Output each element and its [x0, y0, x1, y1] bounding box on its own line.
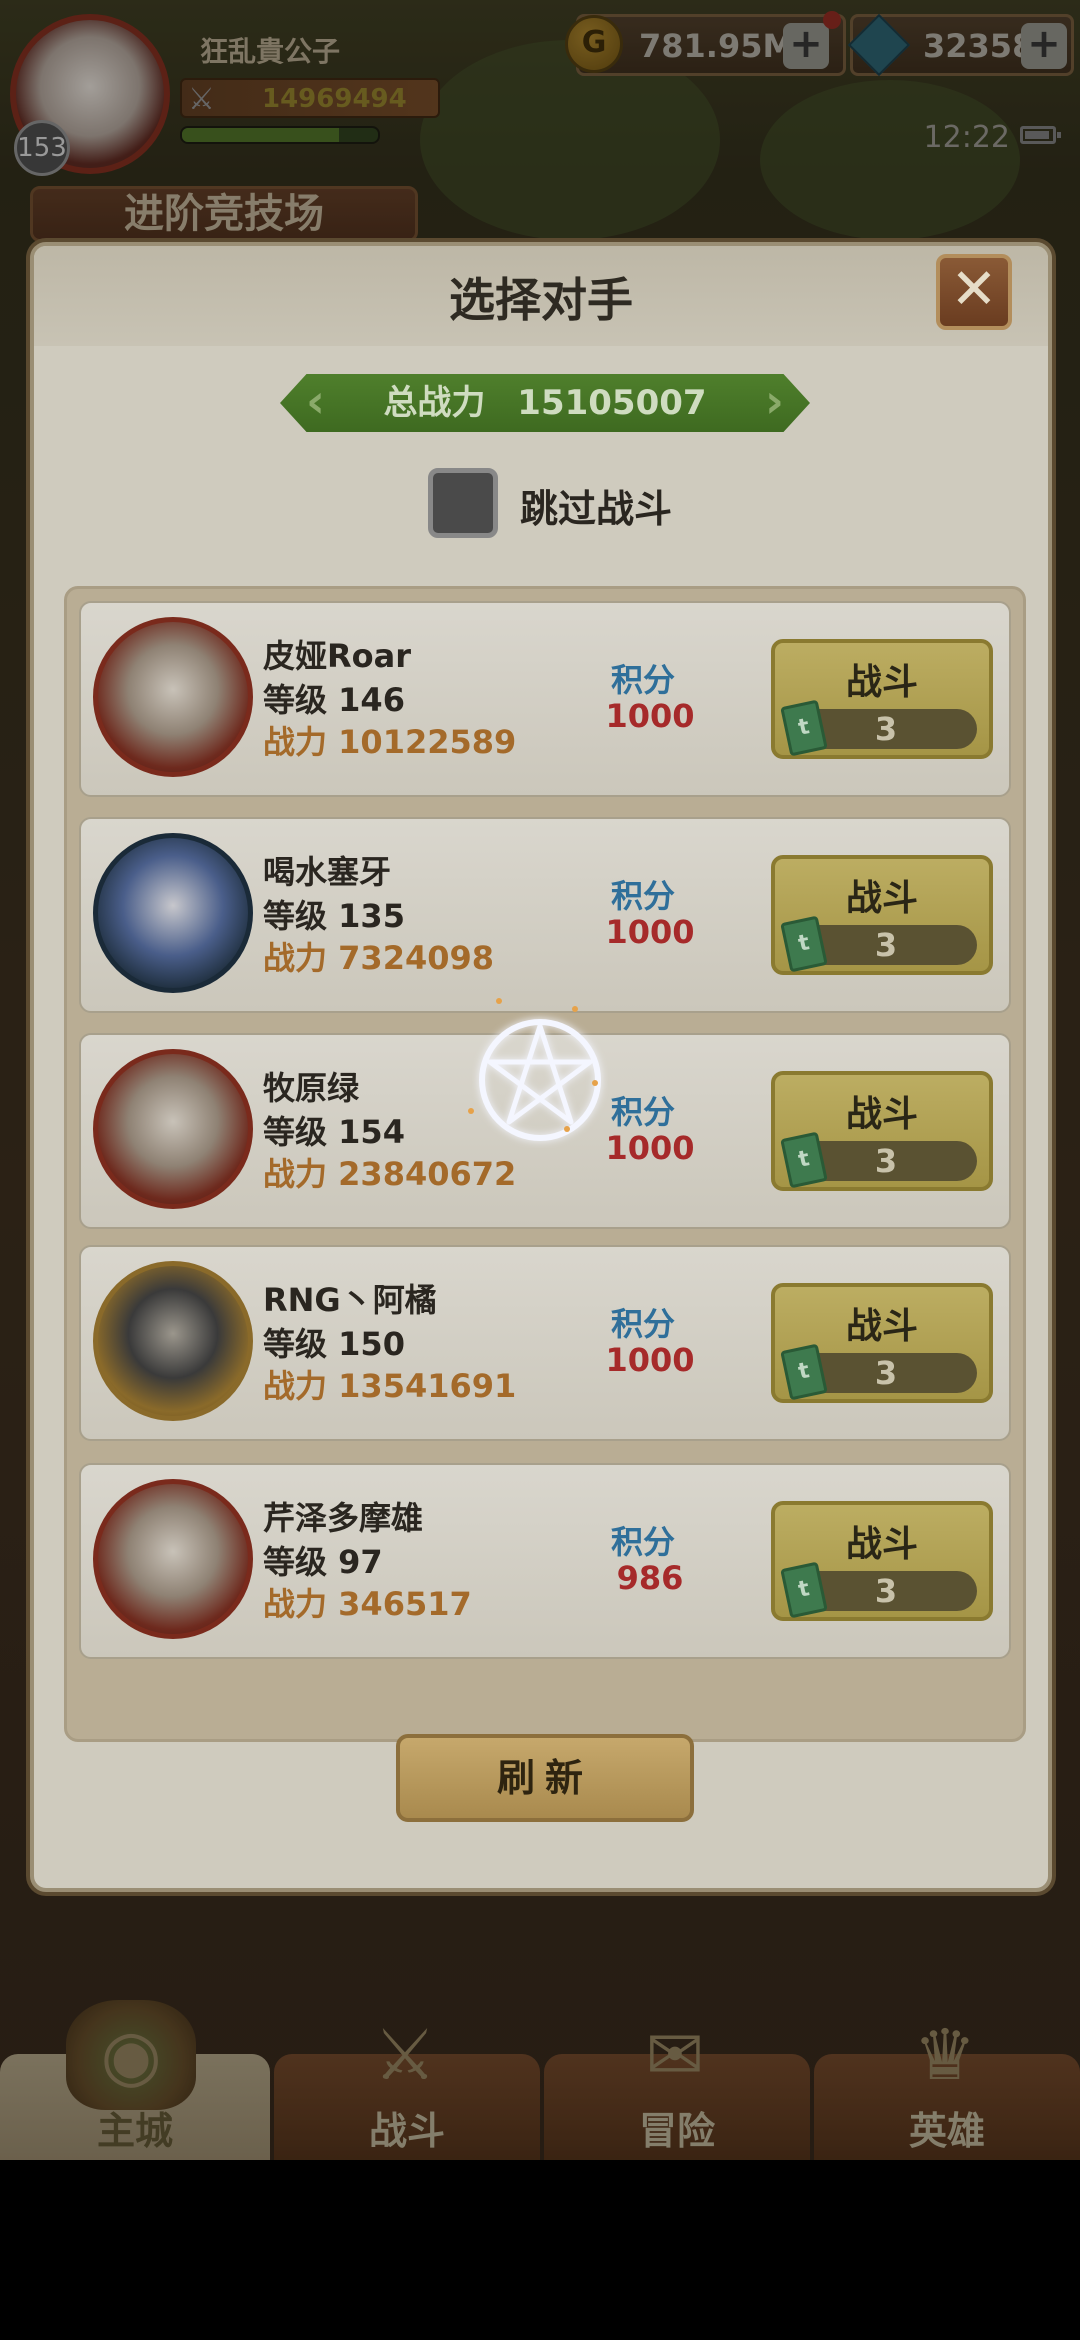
fight-button[interactable]: 战斗 3 t	[771, 1501, 993, 1621]
opponent-name: 芹泽多摩雄	[263, 1499, 424, 1537]
opponent-power: 战力 346517	[263, 1585, 472, 1623]
score-label: 积分	[611, 1523, 676, 1561]
total-power-banner: ‹ 总战力 15105007 ›	[280, 374, 810, 432]
opponent-name: 喝水塞牙	[263, 853, 392, 891]
score-value: 1000	[605, 1129, 695, 1167]
total-power-value: 15105007	[517, 383, 707, 423]
opponent-power: 战力 13541691	[263, 1367, 517, 1405]
score-label: 积分	[611, 661, 676, 699]
score-value: 1000	[605, 913, 695, 951]
total-power-label: 总战力	[383, 383, 486, 423]
opponent-power: 战力 23840672	[263, 1155, 517, 1193]
opponent-card: 皮娅Roar 等级 146 战力 10122589 积分 1000 战斗 3 t	[79, 601, 1011, 797]
score-label: 积分	[611, 1305, 676, 1343]
opponent-level: 等级 135	[263, 897, 405, 935]
fight-button[interactable]: 战斗 3 t	[771, 1071, 993, 1191]
fight-label: 战斗	[845, 1524, 918, 1565]
skip-battle-checkbox[interactable]	[428, 468, 498, 538]
opponent-avatar[interactable]	[93, 833, 253, 993]
opponent-power: 战力 7324098	[263, 939, 495, 977]
dialog-title: 选择对手	[449, 273, 633, 327]
dialog-header: 选择对手 ✕	[34, 246, 1048, 346]
fight-button[interactable]: 战斗 3 t	[771, 855, 993, 975]
skip-battle-label: 跳过战斗	[520, 487, 673, 531]
chevron-right-icon: ›	[765, 374, 784, 428]
opponent-level: 等级 150	[263, 1325, 405, 1363]
opponent-level: 等级 146	[263, 681, 405, 719]
opponent-avatar[interactable]	[93, 1261, 253, 1421]
fight-label: 战斗	[845, 1094, 918, 1135]
refresh-button[interactable]: 刷新	[396, 1734, 694, 1822]
opponent-avatar[interactable]	[93, 1479, 253, 1639]
fight-label: 战斗	[845, 1306, 918, 1347]
opponent-list: 皮娅Roar 等级 146 战力 10122589 积分 1000 战斗 3 t…	[64, 586, 1026, 1742]
score-label: 积分	[611, 877, 676, 915]
fight-button[interactable]: 战斗 3 t	[771, 1283, 993, 1403]
opponent-name: 牧原绿	[263, 1069, 360, 1107]
fight-label: 战斗	[845, 662, 918, 703]
opponent-name: RNG丶阿橘	[263, 1281, 437, 1319]
fight-button[interactable]: 战斗 3 t	[771, 639, 993, 759]
score-value: 1000	[605, 697, 695, 735]
chevron-left-icon: ‹	[306, 374, 325, 428]
opponent-card: 喝水塞牙 等级 135 战力 7324098 积分 1000 战斗 3 t	[79, 817, 1011, 1013]
score-label: 积分	[611, 1093, 676, 1131]
score-value: 986	[616, 1559, 684, 1597]
opponent-name: 皮娅Roar	[263, 637, 412, 675]
opponent-avatar[interactable]	[93, 1049, 253, 1209]
opponent-power: 战力 10122589	[263, 723, 517, 761]
opponent-avatar[interactable]	[93, 617, 253, 777]
score-value: 1000	[605, 1341, 695, 1379]
fight-label: 战斗	[845, 878, 918, 919]
opponent-level: 等级 97	[263, 1543, 383, 1581]
opponent-level: 等级 154	[263, 1113, 405, 1151]
opponent-card: RNG丶阿橘 等级 150 战力 13541691 积分 1000 战斗 3 t	[79, 1245, 1011, 1441]
close-button[interactable]: ✕	[936, 254, 1012, 330]
opponent-card: 芹泽多摩雄 等级 97 战力 346517 积分 986 战斗 3 t	[79, 1463, 1011, 1659]
loading-pentagram-icon	[468, 998, 608, 1148]
